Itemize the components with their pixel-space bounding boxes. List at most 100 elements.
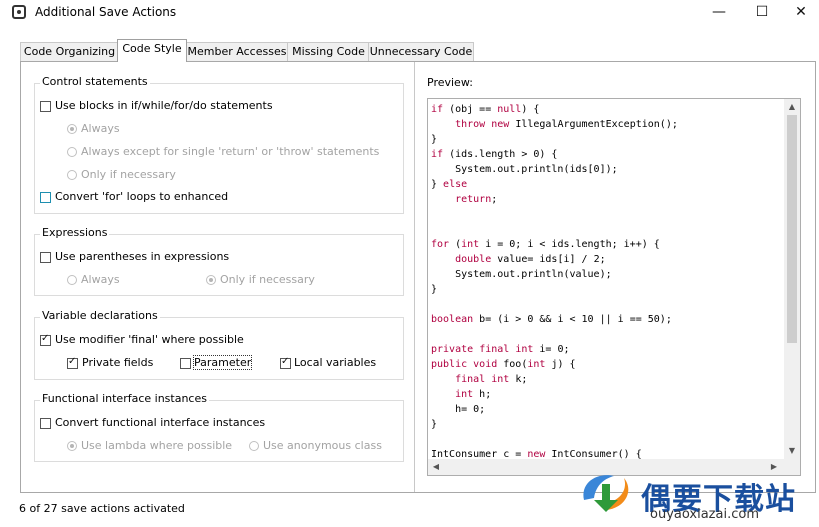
code-line: System.out.println(value); (431, 267, 678, 282)
always-label: Always (81, 122, 120, 135)
code-keyword: new (491, 119, 510, 130)
control-statements-group: Control statements Use blocks in if/whil… (34, 75, 404, 214)
use-anonymous-label: Use anonymous class (263, 439, 382, 452)
parameter-checkbox[interactable] (180, 358, 191, 369)
code-keyword: for (431, 239, 450, 250)
code-keyword: int (527, 359, 546, 370)
status-text: 6 of 27 save actions activated (19, 502, 185, 515)
tab-unnecessary-code[interactable]: Unnecessary Code (368, 42, 474, 61)
code-token: } (431, 419, 438, 430)
app-icon (12, 5, 26, 19)
convert-for-loops-checkbox[interactable] (40, 192, 51, 203)
scroll-thumb[interactable] (787, 115, 797, 343)
local-variables-label: Local variables (294, 356, 377, 369)
code-keyword: final (455, 374, 486, 385)
private-fields-checkbox[interactable] (67, 356, 78, 369)
code-token: foo( (497, 359, 528, 370)
code-keyword: boolean (431, 314, 474, 325)
code-line: if (ids.length > 0) { (431, 147, 678, 162)
code-token: System.out.println(ids[0]); (431, 164, 618, 175)
code-keyword: void (473, 359, 498, 370)
code-preview[interactable]: if (obj == null) { throw new IllegalArgu… (427, 98, 801, 476)
scroll-down-icon[interactable]: ▼ (784, 444, 800, 458)
code-token: (obj == (443, 104, 498, 115)
code-line: } (431, 417, 678, 432)
use-lambda-radio[interactable] (67, 441, 77, 451)
use-final-label: Use modifier 'final' where possible (55, 333, 244, 346)
code-keyword: return (455, 194, 492, 205)
use-blocks-label: Use blocks in if/while/for/do statements (55, 99, 273, 112)
code-line: final int k; (431, 372, 678, 387)
use-final-checkbox[interactable] (40, 333, 51, 346)
functional-interface-group: Functional interface instances Convert f… (34, 392, 404, 462)
code-line: return; (431, 192, 678, 207)
code-token: (ids.length > 0) { (443, 149, 558, 160)
tab-code-organizing[interactable]: Code Organizing (20, 42, 119, 61)
local-variables-checkbox[interactable] (280, 356, 291, 369)
code-line: } else (431, 177, 678, 192)
always-except-radio[interactable] (67, 147, 77, 157)
code-line: double value= ids[i] / 2; (431, 252, 678, 267)
code-line: for (int i = 0; i < ids.length; i++) { (431, 237, 678, 252)
use-anonymous-radio[interactable] (249, 441, 259, 451)
tab-member-accesses[interactable]: Member Accesses (185, 42, 289, 61)
code-token: ; (491, 194, 498, 205)
code-token: h; (473, 389, 492, 400)
use-parentheses-checkbox[interactable] (40, 252, 51, 263)
convert-functional-checkbox[interactable] (40, 418, 51, 429)
code-keyword: final (479, 344, 510, 355)
group-title: Expressions (40, 226, 110, 239)
splitter[interactable] (414, 62, 415, 492)
code-token: value= ids[i] / 2; (491, 254, 606, 265)
close-button[interactable]: ✕ (784, 2, 818, 22)
always-radio[interactable] (67, 124, 77, 134)
code-token: ) { (521, 104, 540, 115)
code-token: } (431, 134, 438, 145)
minimize-button[interactable]: — (702, 2, 736, 22)
watermark-url: ouyaoxiazai.com (650, 507, 759, 522)
watermark-logo-icon (583, 475, 629, 512)
use-blocks-checkbox[interactable] (40, 101, 51, 112)
tab-missing-code[interactable]: Missing Code (287, 42, 370, 61)
private-fields-label: Private fields (82, 356, 154, 369)
parentheses-always-radio[interactable] (67, 275, 77, 285)
use-parentheses-label: Use parentheses in expressions (55, 250, 230, 263)
code-token: j) { (545, 359, 576, 370)
code-token: i = 0; i < ids.length; i++) { (479, 239, 660, 250)
parentheses-only-if-necessary-radio[interactable] (206, 275, 216, 285)
parameter-label: Parameter (192, 355, 253, 370)
expressions-group: Expressions Use parentheses in expressio… (34, 226, 404, 296)
convert-for-loops-label: Convert 'for' loops to enhanced (55, 190, 229, 203)
scroll-up-icon[interactable]: ▲ (784, 100, 800, 114)
scroll-right-icon[interactable]: ▶ (766, 460, 782, 474)
code-line: System.out.println(ids[0]); (431, 162, 678, 177)
title-bar: Additional Save Actions — ☐ ✕ (0, 0, 819, 24)
code-line: h= 0; (431, 402, 678, 417)
convert-functional-label: Convert functional interface instances (55, 416, 266, 429)
code-keyword: int (461, 239, 480, 250)
code-keyword: public (431, 359, 468, 370)
code-token: i= 0; (533, 344, 570, 355)
vertical-scrollbar[interactable]: ▲ ▼ (784, 99, 800, 459)
code-token: System.out.println(value); (431, 269, 612, 280)
parentheses-only-if-necessary-label: Only if necessary (220, 273, 315, 286)
code-keyword: else (443, 179, 468, 190)
tab-code-style[interactable]: Code Style (117, 39, 187, 62)
code-keyword: int (455, 389, 474, 400)
only-if-necessary-radio[interactable] (67, 170, 77, 180)
code-token: ( (449, 239, 462, 250)
code-keyword: if (431, 104, 444, 115)
code-token: IllegalArgumentException(); (509, 119, 678, 130)
group-title: Variable declarations (40, 309, 160, 322)
use-lambda-label: Use lambda where possible (81, 439, 233, 452)
variable-declarations-group: Variable declarations Use modifier 'fina… (34, 309, 404, 380)
scroll-left-icon[interactable]: ◀ (428, 460, 444, 474)
maximize-button[interactable]: ☐ (745, 2, 779, 22)
tab-content-panel: Control statements Use blocks in if/whil… (20, 61, 816, 493)
